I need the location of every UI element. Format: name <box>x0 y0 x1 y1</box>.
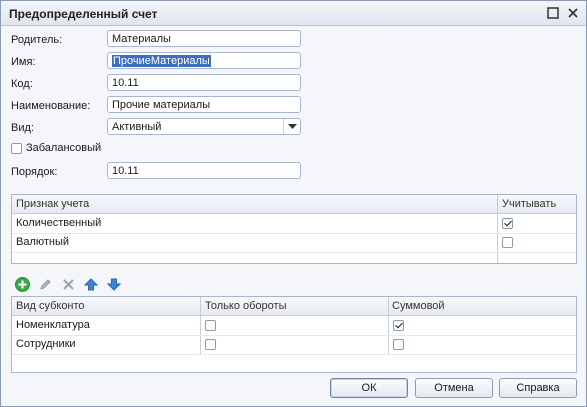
maximize-button[interactable] <box>545 5 561 21</box>
name-field[interactable]: ПрочиеМатериалы <box>107 52 301 69</box>
move-up-icon <box>84 277 98 290</box>
edit-icon <box>39 278 51 290</box>
dialog-window: Предопределенный счет Родитель: Материал… <box>0 0 587 407</box>
code-value: 10.11 <box>112 77 139 89</box>
table-row[interactable]: Валютный <box>12 233 576 253</box>
add-icon <box>14 276 30 292</box>
type-combobox[interactable]: Активный <box>107 118 301 135</box>
row-name: Номенклатура <box>16 319 90 331</box>
type-label: Вид: <box>11 122 34 134</box>
accounting-table-header: Признак учета Учитывать <box>12 195 576 214</box>
turnover-only-checkbox[interactable] <box>205 339 216 350</box>
offbalance-row[interactable]: Забалансовый <box>11 142 101 154</box>
move-down-button[interactable] <box>106 276 122 292</box>
code-label: Код: <box>11 78 33 90</box>
parent-label: Родитель: <box>11 34 63 46</box>
order-value: 10.11 <box>112 165 139 177</box>
dropdown-button[interactable] <box>283 119 300 134</box>
ok-button[interactable]: ОК <box>330 378 408 398</box>
order-field[interactable]: 10.11 <box>107 162 301 179</box>
column-header-use[interactable]: Учитывать <box>502 198 556 210</box>
maximize-icon <box>547 7 559 19</box>
row-name: Валютный <box>16 236 70 248</box>
title-label: Наименование: <box>11 100 91 112</box>
type-value: Активный <box>112 121 162 133</box>
column-header-sum[interactable]: Суммовой <box>392 300 445 312</box>
move-down-icon <box>107 278 121 291</box>
table-row[interactable]: Номенклатура <box>12 316 576 336</box>
row-name: Сотрудники <box>16 338 76 350</box>
title-value: Прочие материалы <box>112 99 211 111</box>
edit-button[interactable] <box>37 276 53 292</box>
sum-checkbox[interactable] <box>393 339 404 350</box>
name-label: Имя: <box>11 56 36 68</box>
parent-field[interactable]: Материалы <box>107 30 301 47</box>
use-checkbox[interactable] <box>502 237 513 248</box>
sum-checkbox[interactable] <box>393 320 404 331</box>
turnover-only-checkbox[interactable] <box>205 320 216 331</box>
add-button[interactable] <box>14 276 30 292</box>
use-checkbox[interactable] <box>502 218 513 229</box>
accounting-table: Признак учета Учитывать Количественный В… <box>11 194 577 264</box>
subconto-table-header: Вид субконто Только обороты Суммовой <box>12 297 576 316</box>
name-value: ПрочиеМатериалы <box>112 55 211 67</box>
close-icon <box>568 8 578 18</box>
order-label: Порядок: <box>11 166 58 178</box>
column-header-attribute[interactable]: Признак учета <box>16 198 89 210</box>
subconto-table: Вид субконто Только обороты Суммовой Ном… <box>11 296 577 373</box>
move-up-button[interactable] <box>83 276 99 292</box>
offbalance-label: Забалансовый <box>26 142 102 154</box>
column-header-subconto-type[interactable]: Вид субконто <box>16 300 85 312</box>
table-row[interactable]: Сотрудники <box>12 335 576 355</box>
window-title: Предопределенный счет <box>9 7 158 21</box>
delete-button[interactable] <box>60 276 76 292</box>
delete-icon <box>62 278 74 290</box>
offbalance-checkbox[interactable] <box>11 142 22 154</box>
chevron-down-icon <box>287 123 297 129</box>
row-name: Количественный <box>16 217 102 229</box>
column-header-turnover-only[interactable]: Только обороты <box>205 300 286 312</box>
parent-value: Материалы <box>112 33 171 45</box>
close-button[interactable] <box>565 5 581 21</box>
title-field[interactable]: Прочие материалы <box>107 96 301 113</box>
cancel-button[interactable]: Отмена <box>415 378 493 398</box>
code-field[interactable]: 10.11 <box>107 74 301 91</box>
table-row[interactable]: Количественный <box>12 214 576 234</box>
help-button[interactable]: Справка <box>499 378 577 398</box>
title-bar: Предопределенный счет <box>1 1 586 26</box>
